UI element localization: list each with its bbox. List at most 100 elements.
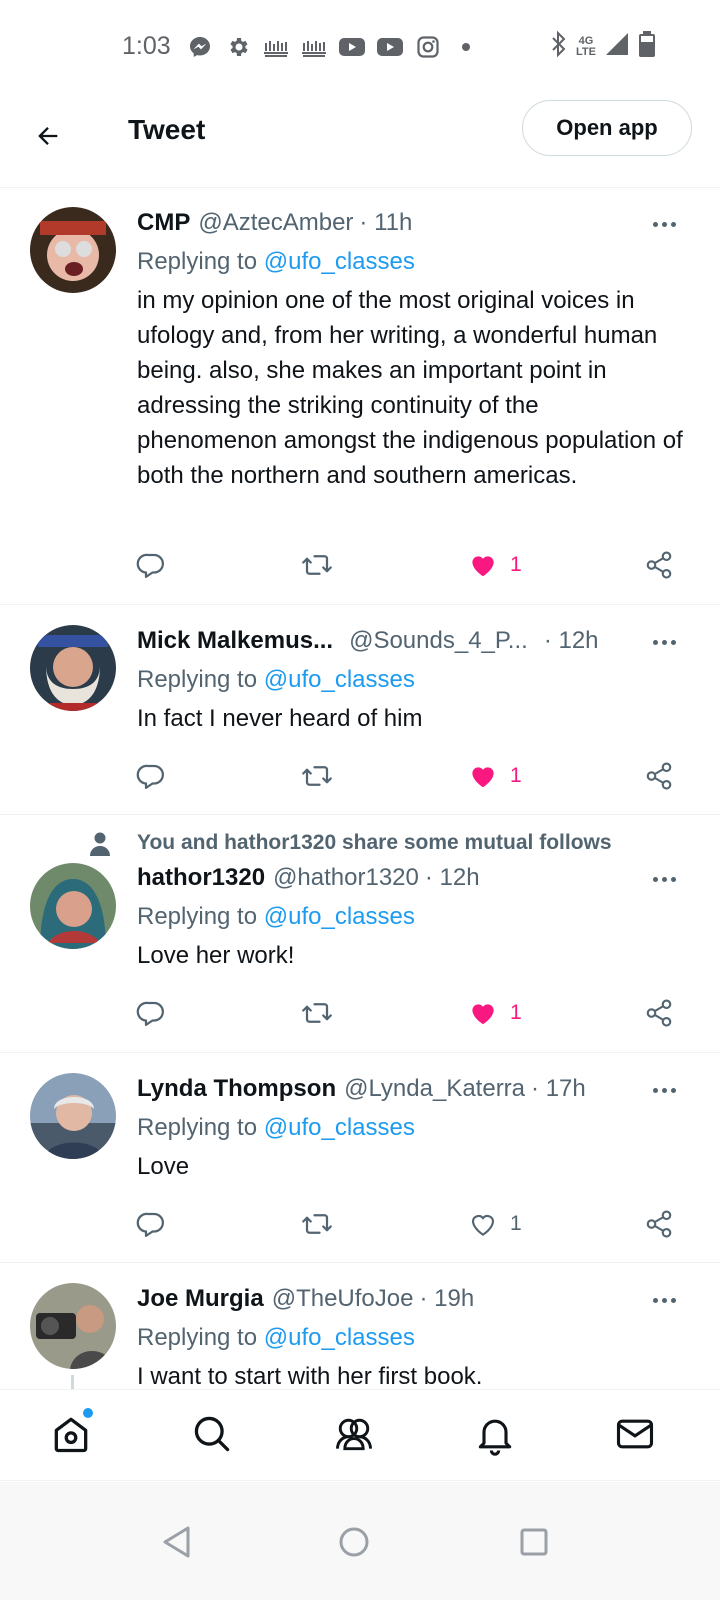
like-count: 1 — [510, 1001, 522, 1024]
tweet-actions: 1 — [136, 756, 696, 796]
nav-home[interactable] — [47, 1408, 95, 1458]
tweet-item[interactable]: Mick Malkemus... @Sounds_4_P... · 12h Re… — [0, 605, 720, 815]
home-icon — [54, 1417, 88, 1453]
avatar[interactable] — [30, 1283, 116, 1369]
retweet-button[interactable] — [300, 545, 334, 585]
messenger-icon — [186, 33, 214, 61]
battery-icon — [638, 30, 656, 63]
retweet-button[interactable] — [300, 993, 334, 1033]
timestamp[interactable]: · 12h — [544, 627, 599, 655]
tweet-header: Tweet Open app — [0, 88, 720, 188]
like-button[interactable]: 1 — [468, 993, 522, 1033]
avatar[interactable] — [30, 1073, 116, 1159]
nav-search[interactable] — [188, 1410, 236, 1458]
share-button[interactable] — [644, 756, 674, 796]
app-icon — [262, 33, 290, 61]
display-name[interactable]: hathor1320 — [137, 864, 265, 892]
avatar[interactable] — [30, 207, 116, 293]
notifications-icon — [478, 1419, 512, 1456]
open-app-button[interactable]: Open app — [522, 100, 692, 156]
tweet-item[interactable]: Lynda Thompson @Lynda_Katerra · 17h Repl… — [0, 1053, 720, 1263]
youtube-icon — [376, 33, 404, 61]
replying-to: Replying to @ufo_classes — [137, 1114, 415, 1142]
share-button[interactable] — [644, 545, 674, 585]
search-icon — [194, 1416, 230, 1452]
tweet-item[interactable]: You and hathor1320 share some mutual fol… — [0, 815, 720, 1053]
display-name[interactable]: Mick Malkemus... — [137, 627, 333, 655]
mention-link[interactable]: @ufo_classes — [264, 1114, 415, 1141]
share-button[interactable] — [644, 993, 674, 1033]
replying-prefix: Replying to — [137, 1114, 264, 1141]
heart-filled-icon — [472, 556, 494, 577]
tweet-header-row: Joe Murgia @TheUfoJoe · 19h — [137, 1285, 624, 1313]
tweet-actions: 1 — [136, 993, 696, 1033]
timestamp[interactable]: · 11h — [359, 209, 412, 237]
network-gen: 4G — [578, 34, 594, 47]
nav-messages[interactable] — [611, 1410, 659, 1458]
timestamp[interactable]: · 17h — [531, 1075, 586, 1103]
status-bar: 1:03 4G LTE — [0, 0, 720, 88]
timestamp[interactable]: · 12h — [425, 864, 480, 892]
back-button[interactable] — [24, 112, 72, 160]
tweet-header-row: Mick Malkemus... @Sounds_4_P... · 12h — [137, 627, 624, 655]
more-options-button[interactable] — [644, 864, 684, 894]
reply-feed: CMP @AztecAmber · 11h Replying to @ufo_c… — [0, 189, 720, 1419]
system-home-button[interactable] — [334, 1522, 374, 1562]
reply-button[interactable] — [136, 756, 166, 796]
replying-prefix: Replying to — [137, 1324, 264, 1351]
new-content-indicator — [83, 1408, 93, 1418]
mention-link[interactable]: @ufo_classes — [264, 903, 415, 930]
circle-home-icon — [339, 1527, 369, 1557]
network-sub: LTE — [576, 45, 596, 58]
share-button[interactable] — [644, 1204, 674, 1244]
replying-prefix: Replying to — [137, 248, 264, 275]
more-options-button[interactable] — [644, 1285, 684, 1315]
more-options-button[interactable] — [644, 1075, 684, 1105]
reply-button[interactable] — [136, 545, 166, 585]
user-handle[interactable]: @Lynda_Katerra — [344, 1075, 525, 1103]
nav-notifications[interactable] — [471, 1410, 519, 1458]
reply-icon — [136, 1212, 164, 1237]
like-button[interactable]: 1 — [468, 545, 522, 585]
heart-filled-icon — [472, 1004, 494, 1025]
youtube-icon — [338, 33, 366, 61]
nav-communities[interactable] — [330, 1410, 378, 1458]
more-options-button[interactable] — [644, 209, 684, 239]
messages-icon — [616, 1419, 654, 1449]
system-icons: 4G LTE — [550, 30, 656, 63]
more-options-button[interactable] — [644, 627, 684, 657]
reply-icon — [136, 553, 164, 578]
back-arrow-icon — [38, 127, 58, 145]
mention-link[interactable]: @ufo_classes — [264, 666, 415, 693]
user-handle[interactable]: @hathor1320 — [273, 864, 419, 892]
replying-to: Replying to @ufo_classes — [137, 1324, 415, 1352]
tweet-header-row: CMP @AztecAmber · 11h — [137, 209, 624, 237]
heart-filled-icon — [472, 767, 494, 788]
retweet-button[interactable] — [300, 1204, 334, 1244]
timestamp[interactable]: · 19h — [419, 1285, 474, 1313]
replying-to: Replying to @ufo_classes — [137, 666, 415, 694]
notification-icons — [186, 33, 480, 61]
avatar[interactable] — [30, 625, 116, 711]
like-button[interactable]: 1 — [468, 756, 522, 796]
user-handle[interactable]: @TheUfoJoe — [272, 1285, 414, 1313]
mention-link[interactable]: @ufo_classes — [264, 1324, 415, 1351]
reply-button[interactable] — [136, 1204, 166, 1244]
avatar[interactable] — [30, 863, 116, 949]
system-back-button[interactable] — [156, 1522, 196, 1562]
replying-prefix: Replying to — [137, 666, 264, 693]
user-handle[interactable]: @AztecAmber — [198, 209, 353, 237]
user-handle[interactable]: @Sounds_4_P... — [349, 627, 528, 655]
display-name[interactable]: Joe Murgia — [137, 1285, 264, 1313]
like-button[interactable]: 1 — [468, 1204, 522, 1244]
app-icon — [300, 33, 328, 61]
mention-link[interactable]: @ufo_classes — [264, 248, 415, 275]
display-name[interactable]: Lynda Thompson — [137, 1075, 336, 1103]
retweet-button[interactable] — [300, 756, 334, 796]
system-recents-button[interactable] — [514, 1522, 554, 1562]
replying-to: Replying to @ufo_classes — [137, 248, 415, 276]
display-name[interactable]: CMP — [137, 209, 190, 237]
tweet-item[interactable]: CMP @AztecAmber · 11h Replying to @ufo_c… — [0, 189, 720, 605]
reply-button[interactable] — [136, 993, 166, 1033]
retweet-icon — [302, 1003, 332, 1023]
